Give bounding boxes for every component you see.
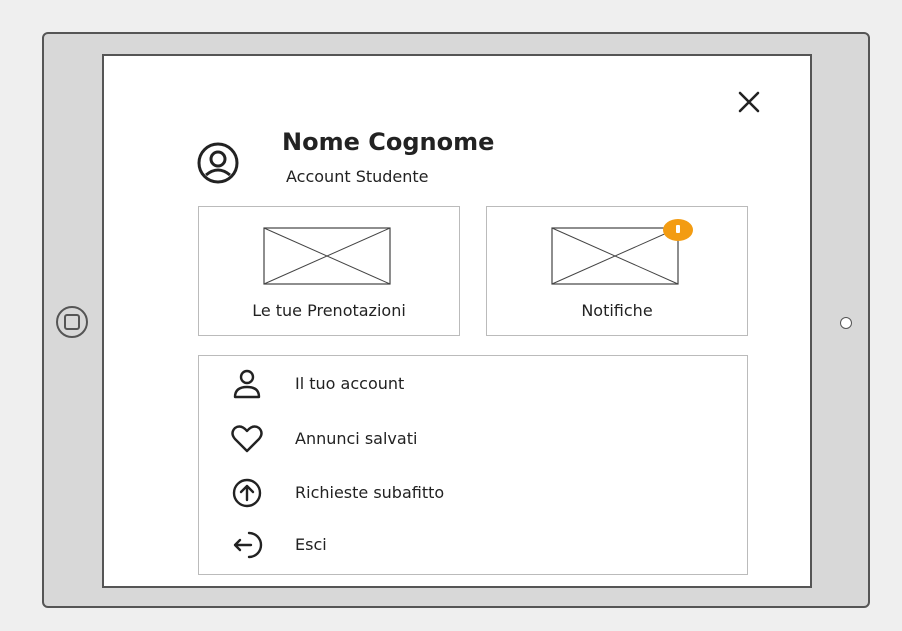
close-button[interactable] [736,89,762,115]
user-icon [233,369,261,399]
image-placeholder [263,227,391,285]
tablet-frame: Nome Cognome Account Studente Le tue Pre… [42,32,870,608]
profile-name: Nome Cognome [282,128,495,156]
image-placeholder [551,227,679,285]
close-icon [738,91,760,113]
bookings-tile-label: Le tue Prenotazioni [252,301,406,320]
notifications-tile[interactable]: Notifiche [486,206,748,336]
bookings-tile[interactable]: Le tue Prenotazioni [198,206,460,336]
badge-dot [676,225,680,233]
menu-item-label: Il tuo account [295,374,405,393]
camera-dot [840,317,852,329]
menu-item-label: Annunci salvati [295,429,418,448]
notification-badge [663,219,693,241]
home-button[interactable] [56,306,88,338]
menu-item-saved[interactable]: Annunci salvati [199,415,747,465]
logout-icon [233,531,263,559]
screen: Nome Cognome Account Studente Le tue Pre… [102,54,812,588]
heart-icon [231,425,263,453]
menu-item-logout[interactable]: Esci [199,521,747,571]
account-menu: Il tuo account Annunci salvati Richieste… [198,355,748,575]
user-circle-icon [197,142,239,184]
menu-item-sublet[interactable]: Richieste subafitto [199,469,747,519]
menu-item-label: Richieste subafitto [295,483,445,502]
menu-item-label: Esci [295,535,327,554]
profile-role: Account Studente [286,167,429,186]
menu-item-account[interactable]: Il tuo account [199,360,747,410]
notifications-tile-label: Notifiche [581,301,653,320]
arrow-up-circle-icon [232,478,262,508]
home-button-icon [64,314,80,330]
